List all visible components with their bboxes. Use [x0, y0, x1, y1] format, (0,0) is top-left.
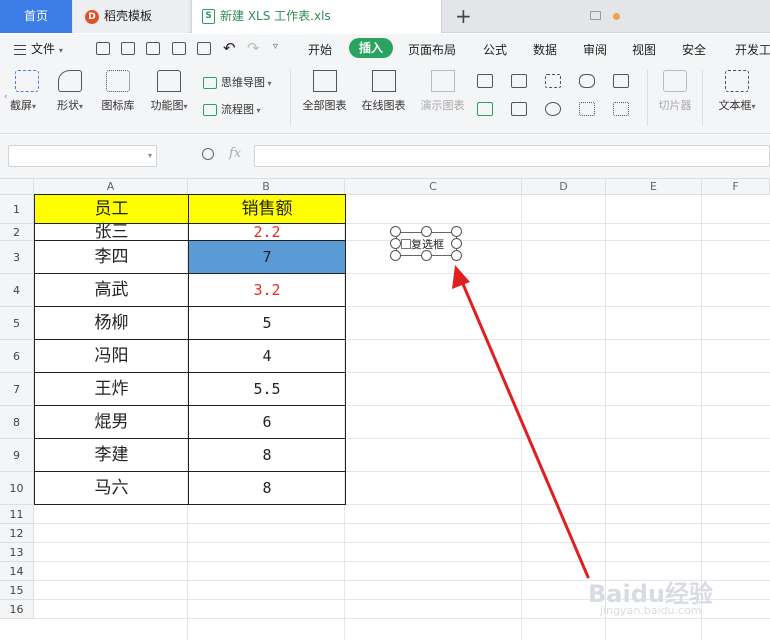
resize-handle[interactable] [451, 238, 462, 249]
annotation-arrow [452, 265, 590, 579]
resize-handle[interactable] [451, 250, 462, 261]
resize-handle[interactable] [451, 226, 462, 237]
resize-handle[interactable] [390, 226, 401, 237]
checkbox-square[interactable] [401, 239, 411, 249]
resize-handle[interactable] [421, 226, 432, 237]
arrow-head [452, 265, 470, 289]
baidu-watermark-url: jingyan.baidu.com [600, 604, 702, 617]
resize-handle[interactable] [421, 250, 432, 261]
resize-handle[interactable] [390, 238, 401, 249]
resize-handle[interactable] [390, 250, 401, 261]
arrow-shaft [458, 275, 590, 579]
